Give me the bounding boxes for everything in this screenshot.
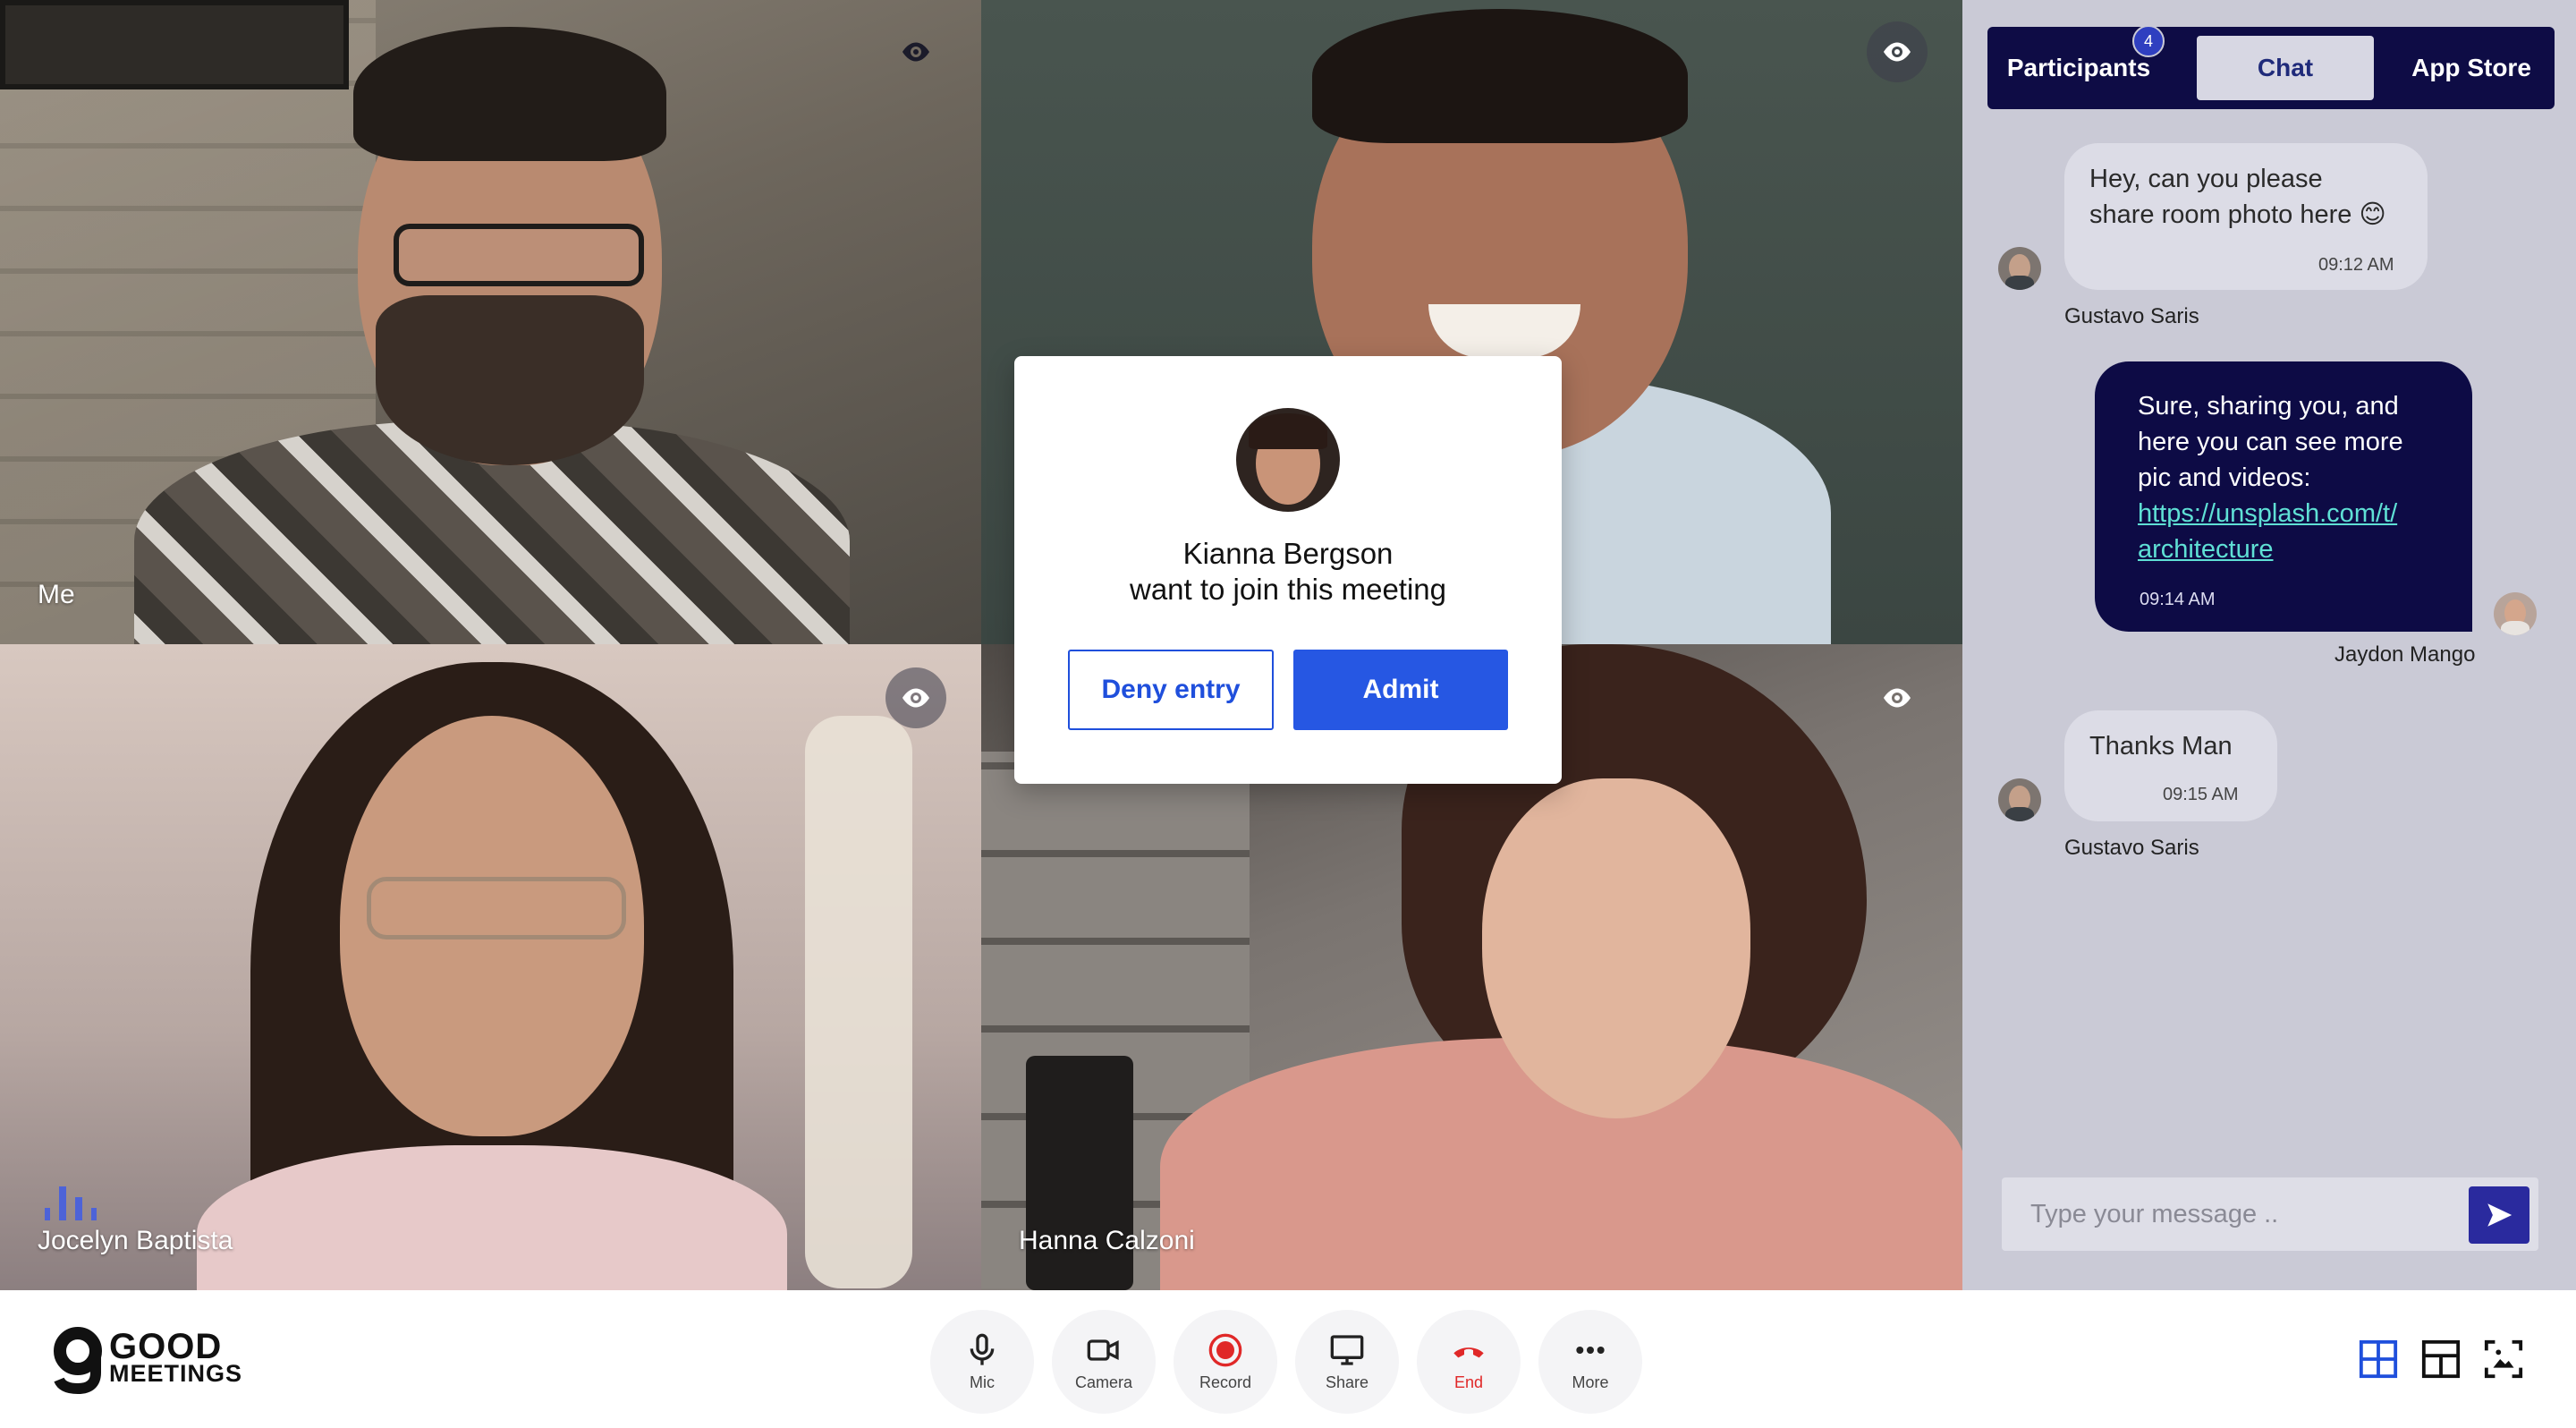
logo-g-icon	[54, 1327, 102, 1394]
message-text-line: pic and videos:	[2138, 463, 2311, 492]
chat-message: Hey, can you please share room photo her…	[2064, 143, 2428, 290]
visibility-toggle[interactable]	[1867, 21, 1928, 82]
participant-name: Jocelyn Baptista	[38, 1226, 233, 1255]
glasses	[367, 877, 626, 939]
visibility-toggle[interactable]	[886, 21, 946, 82]
message-text-line: Thanks Man	[2089, 732, 2233, 761]
control-label: Camera	[1074, 1373, 1133, 1391]
tab-app-store[interactable]: App Store	[2395, 36, 2547, 100]
control-label: Share	[1325, 1373, 1369, 1391]
end-call-button[interactable]: End	[1417, 1310, 1521, 1414]
video-grid: Me Jocelyn Baptista Hanna Calzoni	[0, 0, 1962, 1290]
tab-label: Participants	[2006, 54, 2151, 81]
chat-message: Sure, sharing you, and here you can see …	[2095, 361, 2472, 632]
message-composer	[2002, 1177, 2538, 1251]
message-text-line: here you can see more	[2138, 428, 2403, 456]
record-button[interactable]: Record	[1174, 1310, 1277, 1414]
message-input[interactable]	[2002, 1177, 2467, 1251]
picture-frame	[0, 0, 349, 89]
message-time: 09:15 AM	[2163, 785, 2239, 804]
message-link[interactable]: https://unsplash.com/t/	[2138, 496, 2397, 531]
control-label: End	[1453, 1373, 1484, 1391]
join-request-dialog: Kianna Bergson want to join this meeting…	[1014, 356, 1562, 784]
split-layout-icon[interactable]	[2420, 1339, 2462, 1380]
message-text-line: Hey, can you please	[2089, 165, 2323, 193]
camera-icon	[1087, 1339, 1119, 1361]
message-link[interactable]: architecture	[2138, 531, 2274, 567]
sender-name: Jaydon Mango	[2334, 642, 2476, 667]
grid-layout-icon[interactable]	[2358, 1339, 2399, 1380]
message-time: 09:12 AM	[2318, 255, 2394, 275]
visibility-toggle[interactable]	[1867, 667, 1928, 728]
share-screen-button[interactable]: Share	[1295, 1310, 1399, 1414]
sender-avatar	[1998, 778, 2041, 821]
mic-button[interactable]: Mic	[930, 1310, 1034, 1414]
requester-name: Kianna Bergson	[1182, 537, 1394, 570]
eye-icon	[902, 42, 929, 62]
request-message: want to join this meeting	[1129, 573, 1447, 606]
sender-avatar	[1998, 247, 2041, 290]
logo-text-bottom: MEETINGS	[109, 1360, 243, 1387]
control-label: Record	[1199, 1373, 1252, 1391]
eye-icon	[1884, 42, 1911, 62]
person-body	[197, 1145, 787, 1290]
video-tile-jocelyn[interactable]: Jocelyn Baptista	[0, 644, 981, 1290]
person-hair	[1312, 9, 1688, 143]
focus-layout-icon[interactable]	[2483, 1339, 2524, 1380]
send-button[interactable]	[2469, 1186, 2529, 1244]
glasses	[394, 224, 644, 286]
tab-label: Chat	[2257, 54, 2314, 81]
control-label: More	[1572, 1373, 1609, 1391]
admit-button[interactable]: Admit	[1293, 650, 1508, 730]
eye-icon	[902, 688, 929, 708]
person-hair	[353, 27, 666, 161]
sender-name: Gustavo Saris	[2064, 836, 2199, 860]
requester-avatar	[1236, 408, 1340, 512]
skeleton-model	[805, 716, 912, 1288]
mic-icon	[970, 1333, 995, 1365]
sender-avatar	[2494, 592, 2537, 635]
person-beard	[376, 295, 644, 465]
audio-level-icon	[45, 1186, 97, 1220]
tab-label: App Store	[2411, 54, 2531, 81]
tab-chat[interactable]: Chat	[2197, 36, 2374, 100]
message-text-line: share room photo here 😊	[2089, 200, 2386, 229]
eye-icon	[1884, 688, 1911, 708]
app-logo: GOOD MEETINGS	[52, 1326, 242, 1394]
call-control-bar: GOOD MEETINGS Mic Camera Record Share En…	[0, 1290, 2576, 1428]
chat-message: Thanks Man 09:15 AM	[2064, 710, 2277, 821]
message-time: 09:14 AM	[2140, 590, 2216, 609]
more-icon	[1576, 1346, 1605, 1354]
visibility-toggle[interactable]	[886, 667, 946, 728]
more-button[interactable]: More	[1538, 1310, 1642, 1414]
sender-name: Gustavo Saris	[2064, 304, 2199, 328]
control-label: Mic	[970, 1373, 995, 1391]
side-panel: Participants 4 Chat App Store Hey, can y…	[1962, 0, 2576, 1290]
record-icon	[1208, 1333, 1242, 1366]
tab-participants[interactable]: Participants 4	[1987, 25, 2170, 100]
video-tile-me[interactable]: Me	[0, 0, 981, 644]
participant-name: Me	[38, 580, 75, 609]
logo-text-top: GOOD	[109, 1327, 223, 1366]
participants-count-badge: 4	[2132, 25, 2165, 57]
end-call-icon	[1453, 1347, 1484, 1357]
send-icon	[2487, 1203, 2512, 1227]
screen-share-icon	[1330, 1334, 1364, 1365]
person-head	[1482, 778, 1750, 1118]
deny-entry-button[interactable]: Deny entry	[1068, 650, 1274, 730]
participant-name: Hanna Calzoni	[1019, 1226, 1195, 1255]
message-text-line: Sure, sharing you, and	[2138, 392, 2399, 421]
panel-tabs: Participants 4 Chat App Store	[1987, 25, 2555, 109]
camera-button[interactable]: Camera	[1052, 1310, 1156, 1414]
